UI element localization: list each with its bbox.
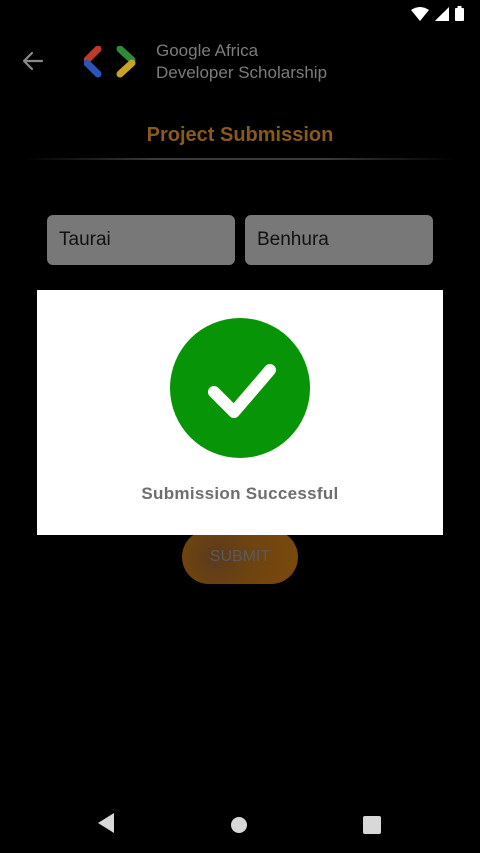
- brand-line2: Developer Scholarship: [156, 63, 328, 82]
- system-nav-bar: [0, 796, 480, 853]
- signal-icon: [435, 6, 449, 26]
- page-title: Project Submission: [146, 124, 334, 146]
- nav-back-icon: [96, 813, 116, 838]
- dialog-message: Submission Successful: [141, 484, 339, 503]
- check-circle-icon: [170, 318, 310, 458]
- nav-recents-button[interactable]: [363, 816, 381, 839]
- status-icons: [411, 6, 464, 26]
- first-name-field[interactable]: Taurai: [47, 215, 235, 265]
- brand-line1: Google Africa: [156, 41, 259, 60]
- submit-button[interactable]: SUBMIT: [182, 530, 298, 584]
- wifi-icon: [411, 6, 429, 26]
- arrow-left-icon: [20, 51, 46, 78]
- gads-logo: [83, 45, 144, 78]
- title-divider: [24, 158, 456, 160]
- success-dialog: Submission Successful: [37, 290, 443, 535]
- back-button[interactable]: [20, 48, 46, 74]
- brand-name: Google Africa Developer Scholarship: [156, 40, 327, 84]
- battery-icon: [455, 6, 464, 26]
- last-name-field[interactable]: Benhura: [245, 215, 433, 265]
- nav-home-icon: [230, 817, 248, 838]
- nav-recents-icon: [363, 816, 381, 838]
- status-bar: [0, 0, 480, 28]
- nav-back-button[interactable]: [96, 812, 116, 839]
- nav-home-button[interactable]: [230, 816, 248, 839]
